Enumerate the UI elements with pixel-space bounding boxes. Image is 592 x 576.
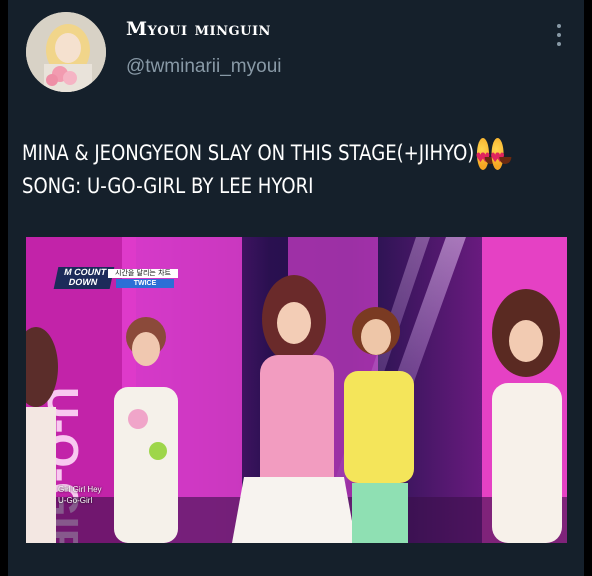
- user-handle[interactable]: @twminarii_myoui: [126, 56, 282, 78]
- tweet-text-line-2-label: SONG: U-GO-GIRL BY LEE HYORI: [22, 174, 314, 198]
- more-vertical-icon[interactable]: [556, 24, 562, 48]
- lyrics-line-2: U-Go-Girl: [58, 496, 93, 505]
- tweet-card: Myoui minguin @twminarii_myoui MINA & JE…: [8, 0, 584, 576]
- tweet-text-line-1: MINA & JEONGYEON SLAY ON THIS STAGE(+JIH…: [22, 137, 512, 175]
- avatar-image: [26, 12, 106, 92]
- performer-right: [492, 289, 562, 543]
- tweet-media-image[interactable]: U-O-GIRL M COUNT DOWN 시간을 달리는 차트 TWICE G…: [26, 237, 567, 543]
- tweet-text: MINA & JEONGYEON SLAY ON THIS STAGE(+JIH…: [22, 137, 512, 203]
- performer-edge: [26, 327, 58, 543]
- show-logo-main: M COUNT DOWN: [53, 267, 115, 289]
- star-struck-emoji-icon: [490, 137, 512, 175]
- mcountdown-logo: M COUNT DOWN 시간을 달리는 차트 TWICE: [53, 255, 178, 293]
- artist-label: TWICE: [116, 279, 174, 288]
- lyrics-subtitle: Girl Girl Hey U-Go-Girl: [58, 484, 102, 506]
- display-name[interactable]: Myoui minguin: [126, 18, 271, 40]
- show-logo-sub: 시간을 달리는 차트: [108, 269, 178, 278]
- avatar[interactable]: [26, 12, 106, 92]
- star-struck-emoji-icon: [476, 137, 497, 175]
- lyrics-line-1: Girl Girl Hey: [58, 485, 102, 494]
- tweet-text-line-1-label: MINA & JEONGYEON SLAY ON THIS STAGE(+JIH…: [22, 141, 475, 165]
- tweet-text-line-2: SONG: U-GO-GIRL BY LEE HYORI: [22, 170, 504, 203]
